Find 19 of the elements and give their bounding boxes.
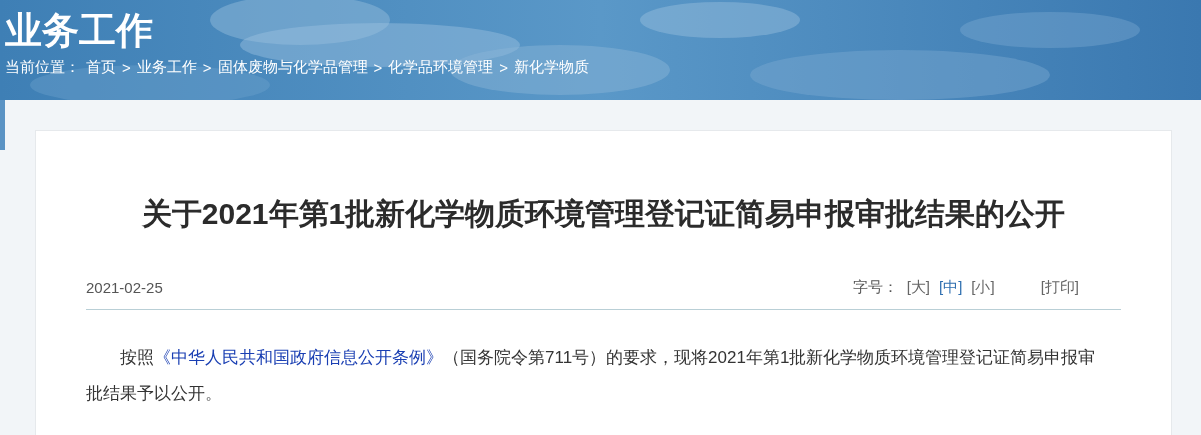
font-size-link[interactable]: [中] — [938, 278, 963, 297]
location-label: 当前位置： — [5, 58, 80, 77]
breadcrumb-link[interactable]: 业务工作 — [136, 58, 197, 77]
article-paragraph: 按照《中华人民共和国政府信息公开条例》（国务院令第711号）的要求，现将2021年第1批新化学物质环境管理登记证简易申报审批结果予以公开。 — [86, 347, 1097, 405]
print-link[interactable]: [打印] — [1040, 278, 1079, 297]
font-size-link[interactable]: [大] — [906, 278, 930, 297]
breadcrumb-separator: > — [373, 59, 383, 76]
breadcrumb-separator: > — [202, 59, 212, 76]
breadcrumb-separator: > — [499, 59, 509, 76]
breadcrumb-link[interactable]: 首页 — [86, 58, 116, 77]
font-size-label: 字号： — [852, 278, 898, 297]
font-size-link[interactable]: [小] — [971, 278, 995, 297]
breadcrumb-link[interactable]: 固体废物与化学品管理 — [217, 58, 368, 77]
regulation-link[interactable]: 《中华人民共和国政府信息公开条例》 — [154, 348, 443, 367]
breadcrumb-link[interactable]: 化学品环境管理 — [388, 58, 494, 77]
breadcrumb-separator: > — [122, 59, 131, 76]
page-title: 业务工作 — [5, 9, 153, 53]
publish-date: 2021-02-25 — [86, 279, 164, 296]
article-title: 关于2021年第1批新化学物质环境管理登记证简易申报审批结果的公开 — [140, 196, 1067, 232]
